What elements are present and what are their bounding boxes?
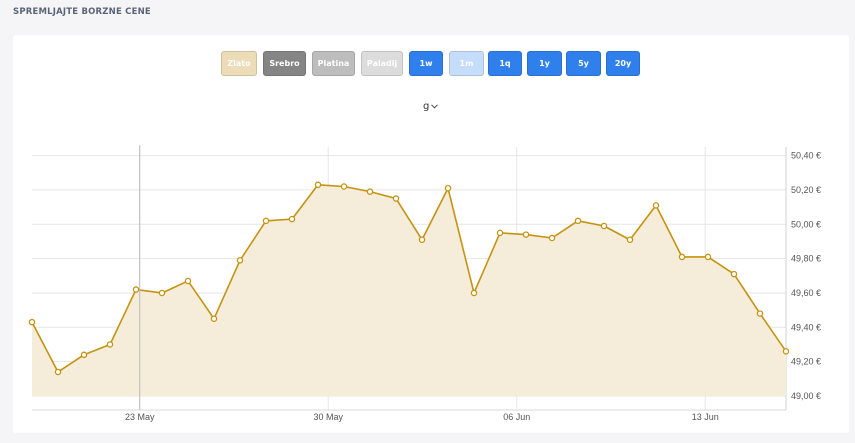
x-tick-label: 13 Jun: [692, 412, 719, 422]
data-point: [132, 286, 140, 293]
data-point: [704, 253, 712, 261]
y-tick-label: 49,80 €: [791, 254, 821, 264]
data-point: [470, 289, 478, 297]
data-point: [54, 368, 62, 376]
data-point: [236, 257, 244, 264]
data-point: [366, 188, 374, 195]
y-tick-label: 50,00 €: [791, 219, 821, 229]
data-point: [158, 289, 166, 297]
data-point: [496, 229, 504, 237]
data-point: [574, 217, 582, 225]
y-tick-label: 49,60 €: [791, 288, 821, 298]
data-point: [392, 195, 400, 202]
data-point: [522, 231, 530, 238]
x-tick-label: 06 Jun: [503, 412, 530, 422]
price-chart: 49,00 € 49,20 € 49,40 € 49,60 € 49,80 € 50,00…: [28, 145, 821, 422]
data-point: [444, 184, 452, 192]
data-point: [600, 222, 608, 230]
y-tick-label: 50,20 €: [791, 185, 821, 195]
x-tick-label: 30 May: [313, 412, 343, 422]
data-point: [340, 183, 348, 190]
data-point: [80, 351, 88, 359]
data-point: [106, 341, 114, 348]
data-point: [782, 348, 790, 355]
data-point: [262, 217, 270, 225]
chart-card: Zlato Srebro Platina Paladij 1w 1m 1q 1y 5y 20y g…: [13, 35, 849, 433]
y-tick-label: 49,40 €: [791, 322, 821, 332]
x-tick-label: 23 May: [125, 412, 155, 422]
data-point: [652, 202, 660, 209]
page-title: SPREMLJAJTE BORZNE CENE: [13, 7, 151, 17]
data-point: [548, 234, 556, 242]
data-point: [288, 215, 296, 223]
data-point: [730, 270, 738, 278]
data-point: [210, 315, 218, 322]
data-point: [678, 253, 686, 261]
data-point: [418, 236, 426, 243]
y-tick-label: 49,00 €: [791, 391, 821, 401]
data-point: [184, 277, 192, 285]
data-point: [756, 310, 764, 317]
y-tick-label: 49,20 €: [791, 357, 821, 367]
y-tick-label: 50,40 €: [791, 151, 821, 161]
data-point: [28, 318, 36, 326]
data-point: [314, 181, 322, 189]
data-point: [626, 236, 634, 243]
